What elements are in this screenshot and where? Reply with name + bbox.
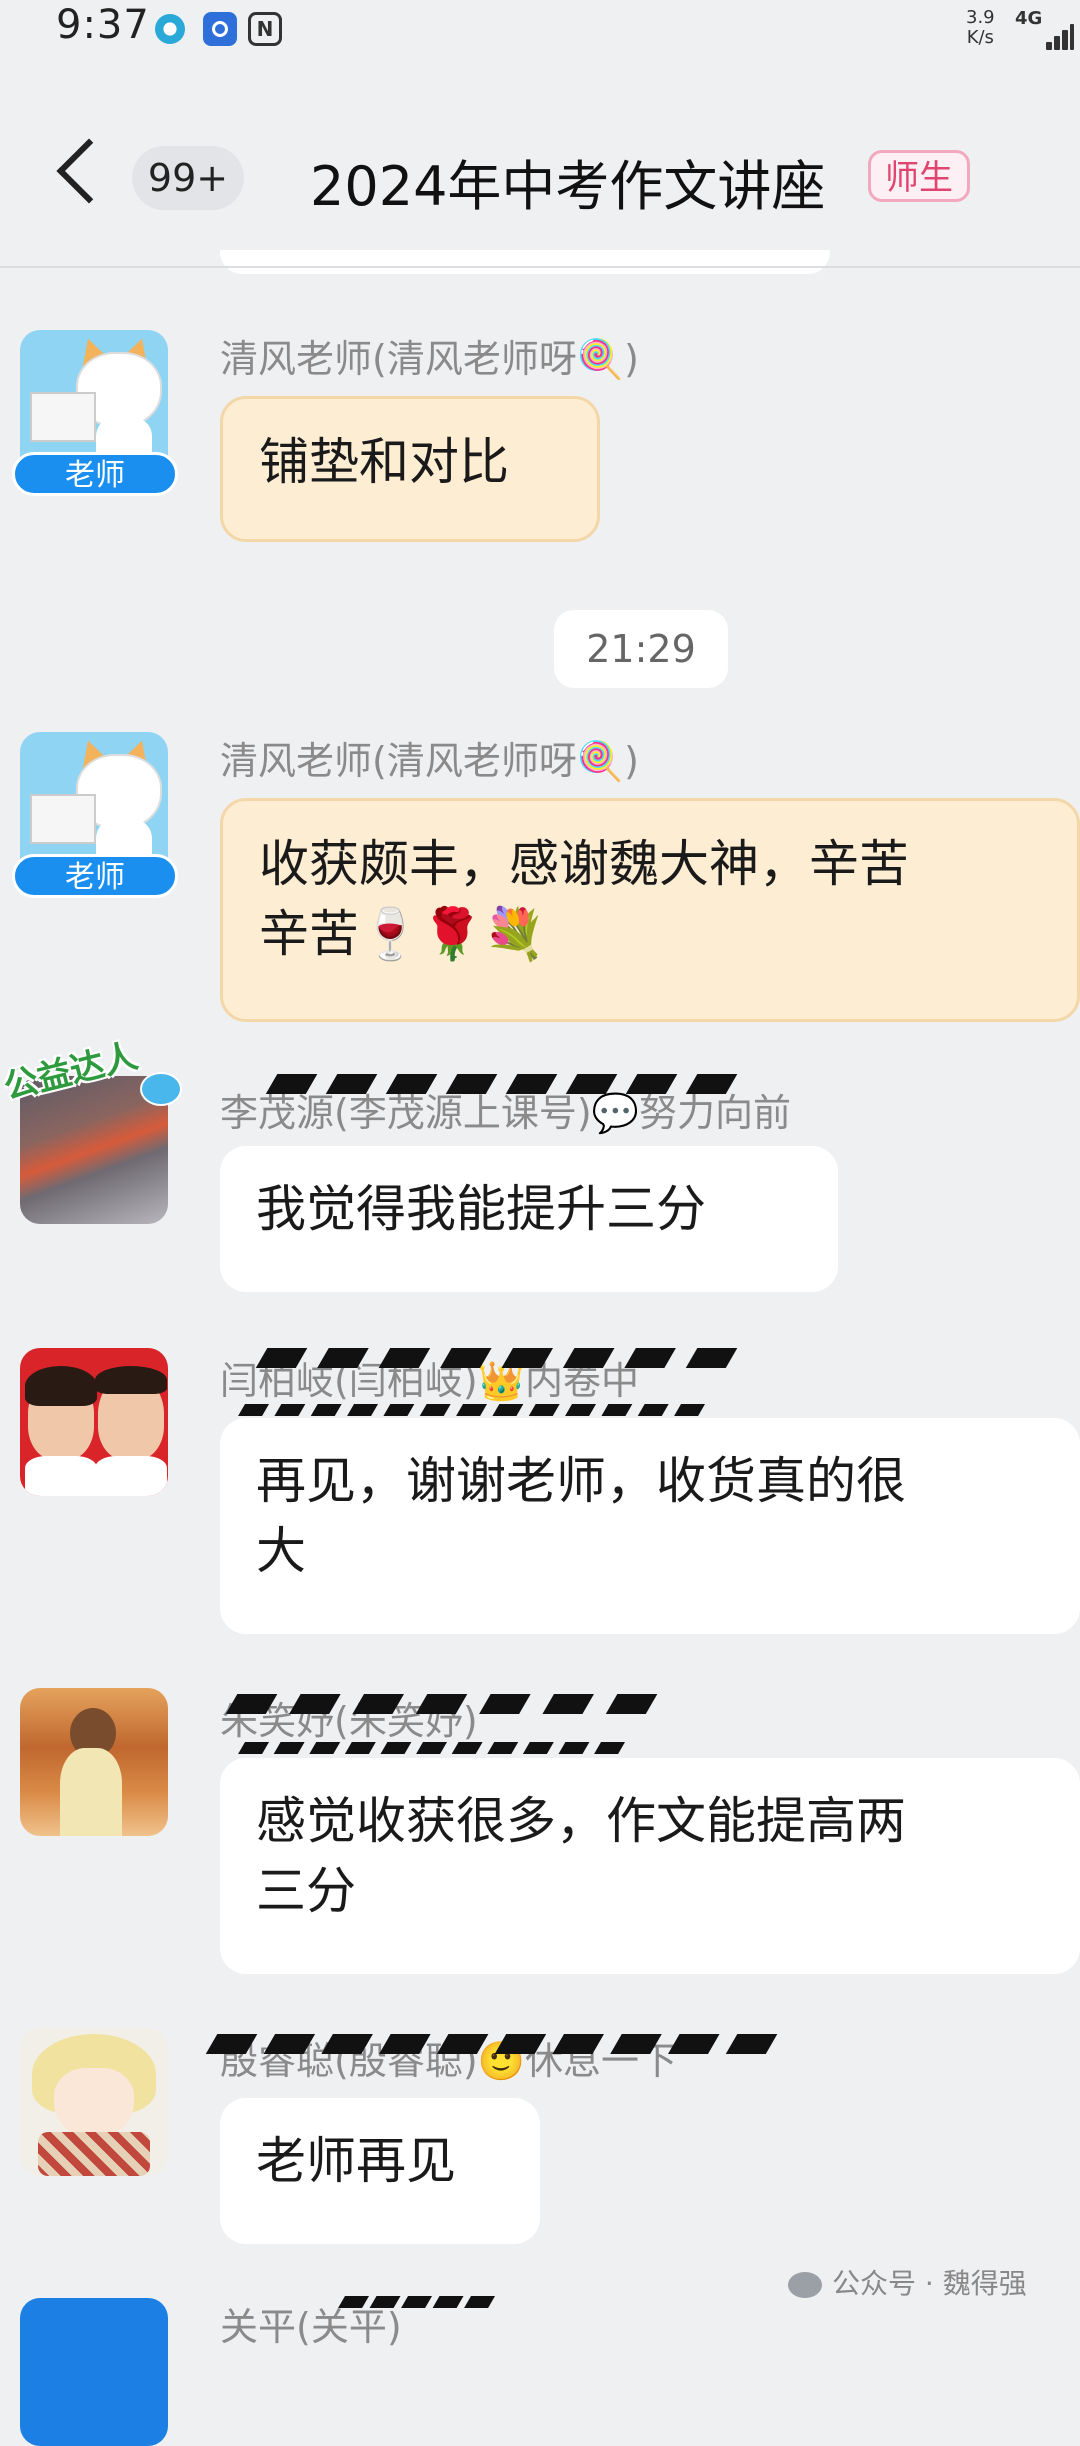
redaction-scribble: [182, 2034, 778, 2094]
message-bubble[interactable]: 再见，谢谢老师，收货真的很 大: [220, 1418, 1080, 1634]
avatar[interactable]: [20, 2298, 168, 2446]
message-bubble[interactable]: 铺垫和对比: [220, 396, 600, 542]
message-text: 我觉得我能提升三分: [256, 1180, 706, 1238]
teacher-tag: 老师: [12, 452, 178, 496]
network-speed: 3.9 K/s: [966, 8, 995, 48]
message-text-line: 辛苦🍷🌹💐: [259, 905, 546, 963]
chat-header: 99+ 2024年中考作文讲座 师生: [0, 62, 1080, 267]
redaction-scribble: [242, 1074, 738, 1134]
avatar[interactable]: [20, 1348, 168, 1496]
unread-count-badge[interactable]: 99+: [132, 146, 244, 210]
message-bubble[interactable]: 老师再见: [220, 2098, 540, 2244]
sender-name[interactable]: 清风老师(清风老师呀🍭): [220, 730, 639, 785]
redaction-scribble: [314, 2296, 496, 2348]
app-notification-icon: [203, 12, 237, 46]
previous-message-bubble: [220, 250, 830, 274]
status-time: 9:37: [56, 2, 150, 48]
message-text-line: 收获颇丰，感谢魏大神，辛苦: [259, 835, 909, 893]
time-separator: 21:29: [554, 610, 728, 688]
message-text: 铺垫和对比: [259, 433, 509, 491]
network-speed-value: 3.9: [966, 7, 995, 28]
charity-badge-label: 公益达人: [0, 1036, 142, 1108]
message-bubble[interactable]: 收获颇丰，感谢魏大神，辛苦 辛苦🍷🌹💐: [220, 798, 1080, 1022]
charity-badge: 公益达人: [0, 1036, 190, 1108]
avatar[interactable]: [20, 1688, 168, 1836]
badge-icon: [140, 1072, 182, 1106]
message-text-line: 再见，谢谢老师，收货真的很: [256, 1452, 906, 1510]
message-bubble[interactable]: 感觉收获很多，作文能提高两 三分: [220, 1758, 1080, 1974]
status-bar: 9:37 N 3.9 K/s 4G: [0, 0, 1080, 62]
network-speed-unit: K/s: [966, 27, 994, 48]
watermark-text: 公众号 · 魏得强: [832, 2267, 1027, 2300]
message-text-line: 感觉收获很多，作文能提高两: [256, 1792, 906, 1850]
wechat-icon: [788, 2272, 822, 2298]
avatar[interactable]: [20, 2028, 168, 2176]
header-divider: [0, 266, 1080, 268]
message-text-line: 三分: [256, 1862, 356, 1920]
message-text: 老师再见: [256, 2132, 456, 2190]
teacher-tag: 老师: [12, 854, 178, 898]
role-tag: 师生: [868, 150, 970, 202]
nfc-icon: N: [248, 12, 282, 46]
message-text-line: 大: [256, 1522, 306, 1580]
message-bubble[interactable]: 我觉得我能提升三分: [220, 1146, 838, 1292]
group-title[interactable]: 2024年中考作文讲座: [310, 142, 825, 221]
signal-icon: [1030, 22, 1074, 50]
redaction-scribble: [232, 1348, 738, 1408]
browser-icon: [155, 14, 185, 44]
back-arrow-icon[interactable]: [56, 138, 122, 204]
watermark: 公众号 · 魏得强: [788, 2262, 1027, 2302]
sender-name[interactable]: 清风老师(清风老师呀🍭): [220, 328, 639, 383]
